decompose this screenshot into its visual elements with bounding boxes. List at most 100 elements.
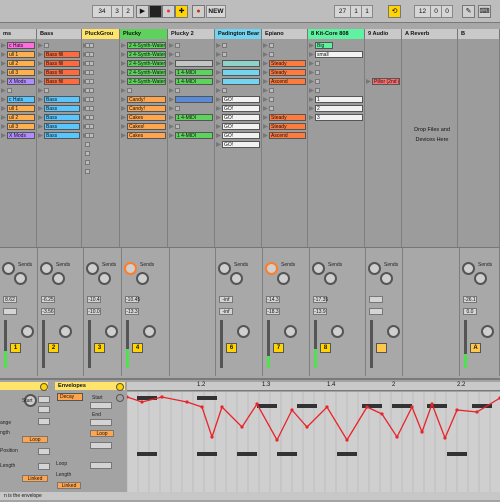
send-a-knob[interactable] — [40, 262, 53, 275]
clip-slot[interactable]: 1 4-MIDI — [175, 69, 213, 76]
record-icon[interactable]: ● — [162, 5, 175, 18]
stop-slot[interactable] — [85, 79, 90, 84]
track-activator[interactable]: 7 — [273, 343, 284, 353]
clip-slot[interactable]: X Mods — [7, 78, 35, 85]
track-header-5[interactable]: Padington Bear — [215, 29, 262, 39]
overdub-icon[interactable]: ✚ — [175, 5, 188, 18]
stop-slot[interactable] — [85, 160, 90, 165]
note-bar[interactable] — [277, 452, 297, 456]
empty-slot[interactable] — [269, 52, 274, 57]
play-icon[interactable]: ▶ — [136, 5, 149, 18]
clip-slot[interactable]: Bass fill — [44, 69, 80, 76]
clip-slot[interactable]: Candy! — [127, 105, 166, 112]
clip-slot[interactable]: Cakes — [127, 114, 166, 121]
envelope-point[interactable] — [220, 405, 224, 409]
clip-slot[interactable]: ull 1 — [7, 51, 35, 58]
volume-field-2[interactable]: 0.0 — [463, 308, 477, 315]
clip-slot[interactable]: ull 2 — [7, 60, 35, 67]
send-a-knob[interactable] — [462, 262, 475, 275]
clip-slot[interactable]: Bass fill — [44, 78, 80, 85]
send-b-knob[interactable] — [230, 272, 243, 285]
volume-field-2[interactable] — [369, 308, 383, 315]
note-bar[interactable] — [257, 404, 277, 408]
clip-slot[interactable]: 1 4-MIDI — [175, 132, 213, 139]
empty-slot[interactable] — [175, 124, 180, 129]
clip-slot[interactable]: 1 — [315, 96, 363, 103]
envelope-point[interactable] — [290, 408, 294, 412]
send-b-knob[interactable] — [136, 272, 149, 285]
track-header-0[interactable]: ms — [0, 29, 37, 39]
track-activator[interactable]: 1 — [10, 343, 21, 353]
volume-field-2[interactable]: -10.0 — [87, 308, 101, 315]
volume-field[interactable] — [369, 296, 383, 303]
empty-slot[interactable] — [175, 88, 180, 93]
send-a-knob[interactable] — [312, 262, 325, 275]
empty-slot[interactable] — [315, 88, 320, 93]
note-bar[interactable] — [197, 452, 217, 456]
device1-field-3[interactable] — [38, 418, 50, 425]
clip-slot[interactable]: Bass — [44, 96, 80, 103]
empty-slot[interactable] — [269, 106, 274, 111]
send-b-knob[interactable] — [98, 272, 111, 285]
clip-slot[interactable]: 1 4-MIDI — [175, 78, 213, 85]
clip-slot[interactable]: 2 4-Synth-Water — [127, 69, 166, 76]
env-loop-button[interactable]: Loop — [90, 430, 114, 437]
send-a-knob[interactable] — [86, 262, 99, 275]
pan-knob[interactable] — [105, 325, 118, 338]
clip-slot[interactable]: GO! — [222, 123, 260, 130]
stop-slot[interactable] — [85, 106, 90, 111]
clip-slot[interactable] — [222, 78, 260, 85]
clip-slot[interactable]: Bass fill — [44, 60, 80, 67]
clip-slot[interactable]: 3 — [315, 114, 363, 121]
send-a-knob[interactable] — [2, 262, 15, 275]
send-b-knob[interactable] — [277, 272, 290, 285]
send-a-knob[interactable] — [218, 262, 231, 275]
track-header-9[interactable]: A Reverb — [402, 29, 458, 39]
envelope-point[interactable] — [160, 395, 164, 399]
clip-slot[interactable]: ull 2 — [7, 114, 35, 121]
loop-length-sixteenths[interactable]: 0 — [441, 5, 453, 18]
empty-slot[interactable] — [175, 106, 180, 111]
envelopes-power-icon[interactable] — [116, 383, 124, 391]
volume-field-2[interactable]: -18.3 — [266, 308, 280, 315]
note-bar[interactable] — [297, 404, 317, 408]
empty-slot[interactable] — [315, 61, 320, 66]
clip-slot[interactable]: Bass — [44, 105, 80, 112]
pan-knob[interactable] — [21, 325, 34, 338]
track-activator[interactable]: A — [470, 343, 481, 353]
device1-field-1[interactable] — [38, 396, 50, 403]
volume-field[interactable]: -10.45 — [125, 296, 140, 303]
envelope-graph[interactable] — [127, 392, 500, 492]
empty-slot[interactable] — [7, 88, 12, 93]
clip-slot[interactable]: X Mods — [7, 132, 35, 139]
note-bar[interactable] — [447, 452, 467, 456]
send-b-knob[interactable] — [52, 272, 65, 285]
clip-slot[interactable]: Big — [315, 42, 333, 49]
clip-slot[interactable] — [175, 96, 213, 103]
clip-slot[interactable] — [175, 60, 213, 67]
env-end-field[interactable] — [90, 419, 112, 426]
envelope-point[interactable] — [420, 430, 424, 434]
clip-slot[interactable]: Steady — [269, 69, 306, 76]
volume-field[interactable]: -inf — [219, 296, 233, 303]
clip-slot[interactable]: ull 3 — [7, 69, 35, 76]
stop-slot[interactable] — [85, 52, 90, 57]
envelope-point[interactable] — [275, 438, 279, 442]
clip-slot[interactable]: Bass — [44, 123, 80, 130]
clip-slot[interactable]: 1 4-MIDI — [175, 114, 213, 121]
track-header-1[interactable]: Bass — [37, 29, 82, 39]
volume-field[interactable]: -10.4 — [87, 296, 101, 303]
envelope-mode-icon[interactable] — [116, 394, 124, 402]
note-bar[interactable] — [237, 452, 257, 456]
envelope-point[interactable] — [185, 400, 189, 404]
loop-icon[interactable]: ⟲ — [388, 5, 401, 18]
envelope-point[interactable] — [475, 410, 479, 414]
clip-slot[interactable]: Steady — [269, 60, 306, 67]
pan-knob[interactable] — [284, 325, 297, 338]
track-activator[interactable]: 3 — [94, 343, 105, 353]
env-field-4[interactable] — [90, 442, 112, 449]
track-header-8[interactable]: 9 Audio — [365, 29, 402, 39]
empty-slot[interactable] — [44, 43, 49, 48]
empty-slot[interactable] — [315, 70, 320, 75]
track-header-4[interactable]: Plucky 2 — [168, 29, 215, 39]
